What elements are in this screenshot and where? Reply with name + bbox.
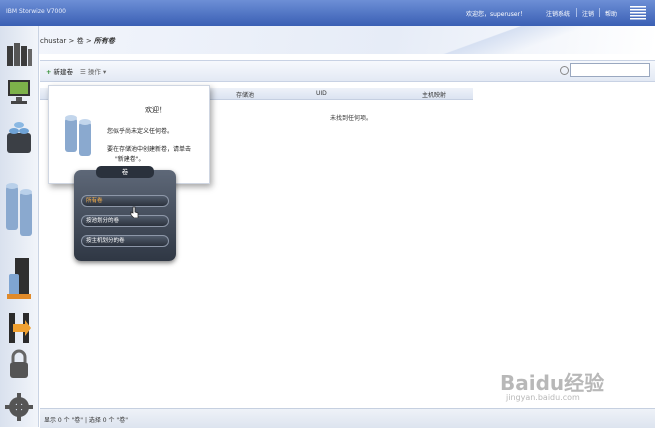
access-lock-icon[interactable] <box>5 348 33 382</box>
column-header-pool[interactable]: 存储池 <box>236 90 254 99</box>
logout-link[interactable]: 注销 <box>582 9 594 18</box>
volumes-icon[interactable] <box>5 178 33 238</box>
operations-list-icon: ☰ <box>80 68 86 76</box>
header-separator <box>599 8 600 17</box>
breadcrumb-current: 所有卷 <box>93 37 115 45</box>
volumes-stack-icon <box>65 115 91 156</box>
status-text: 显示 0 个 "卷" | 选择 0 个 "卷" <box>44 417 128 424</box>
copy-services-icon[interactable] <box>5 310 33 346</box>
menu-item-all-volumes[interactable]: 所有卷 <box>81 195 169 207</box>
watermark-brand: Baidu经验 <box>500 371 605 395</box>
search-icon <box>560 66 569 75</box>
app-title: IBM Storwize V7000 <box>6 8 66 15</box>
welcome-popup-title: 欢迎！ <box>145 106 166 114</box>
watermark-url: jingyan.baidu.com <box>506 393 580 402</box>
help-link[interactable]: 帮助 <box>605 9 617 18</box>
hand-cursor-icon <box>130 206 139 218</box>
ibm-logo-icon <box>630 6 646 20</box>
search-input[interactable] <box>570 63 650 77</box>
new-volume-label: 新建卷 <box>53 68 74 76</box>
settings-gear-icon[interactable] <box>5 390 33 424</box>
column-header-host-mapping[interactable]: 主机映射 <box>422 90 446 99</box>
system-status-icon[interactable] <box>5 40 33 70</box>
chevron-down-icon: ▾ <box>102 68 107 76</box>
operations-button[interactable]: ☰ 操作 ▾ <box>80 66 106 76</box>
welcome-popup-line: 您似乎尚未定义任何卷。 <box>107 128 174 135</box>
volumes-flyout-menu: 卷 所有卷 按池划分的卷 按主机划分的卷 <box>74 166 176 261</box>
breadcrumb: chustar > 卷 > 所有卷 <box>40 36 115 46</box>
welcome-user-text: 欢迎您，superuser！ <box>466 11 526 18</box>
hosts-icon[interactable] <box>5 256 33 302</box>
operations-label: 操作 <box>87 68 101 76</box>
menu-item-volumes-by-host[interactable]: 按主机划分的卷 <box>81 235 169 247</box>
header-separator <box>576 8 577 17</box>
empty-table-message: 未找到任何项。 <box>330 115 373 122</box>
status-bar: 显示 0 个 "卷" | 选择 0 个 "卷" <box>40 408 655 428</box>
welcome-popup-line: 要在存储池中创建新卷，请单击 <box>107 146 192 153</box>
new-volume-button[interactable]: + 新建卷 <box>46 66 73 76</box>
breadcrumb-path[interactable]: chustar > 卷 > <box>40 37 94 45</box>
welcome-popup-line: "新建卷"。 <box>115 156 145 163</box>
left-navigation <box>0 26 39 427</box>
baidu-watermark: Baidu经验 jingyan.baidu.com <box>500 367 630 407</box>
new-volume-icon: + <box>46 68 52 76</box>
column-header-uid[interactable]: UID <box>316 90 327 97</box>
top-header-bar: IBM Storwize V7000 欢迎您，superuser！ 注销系统 注… <box>0 0 655 26</box>
logout-system-link[interactable]: 注销系统 <box>546 9 570 18</box>
flyout-menu-title: 卷 <box>96 166 154 178</box>
monitoring-icon[interactable] <box>5 76 33 108</box>
menu-item-volumes-by-pool[interactable]: 按池划分的卷 <box>81 215 169 227</box>
pools-icon[interactable] <box>5 119 33 159</box>
volumes-toolbar: + 新建卷 ☰ 操作 ▾ <box>40 60 655 82</box>
